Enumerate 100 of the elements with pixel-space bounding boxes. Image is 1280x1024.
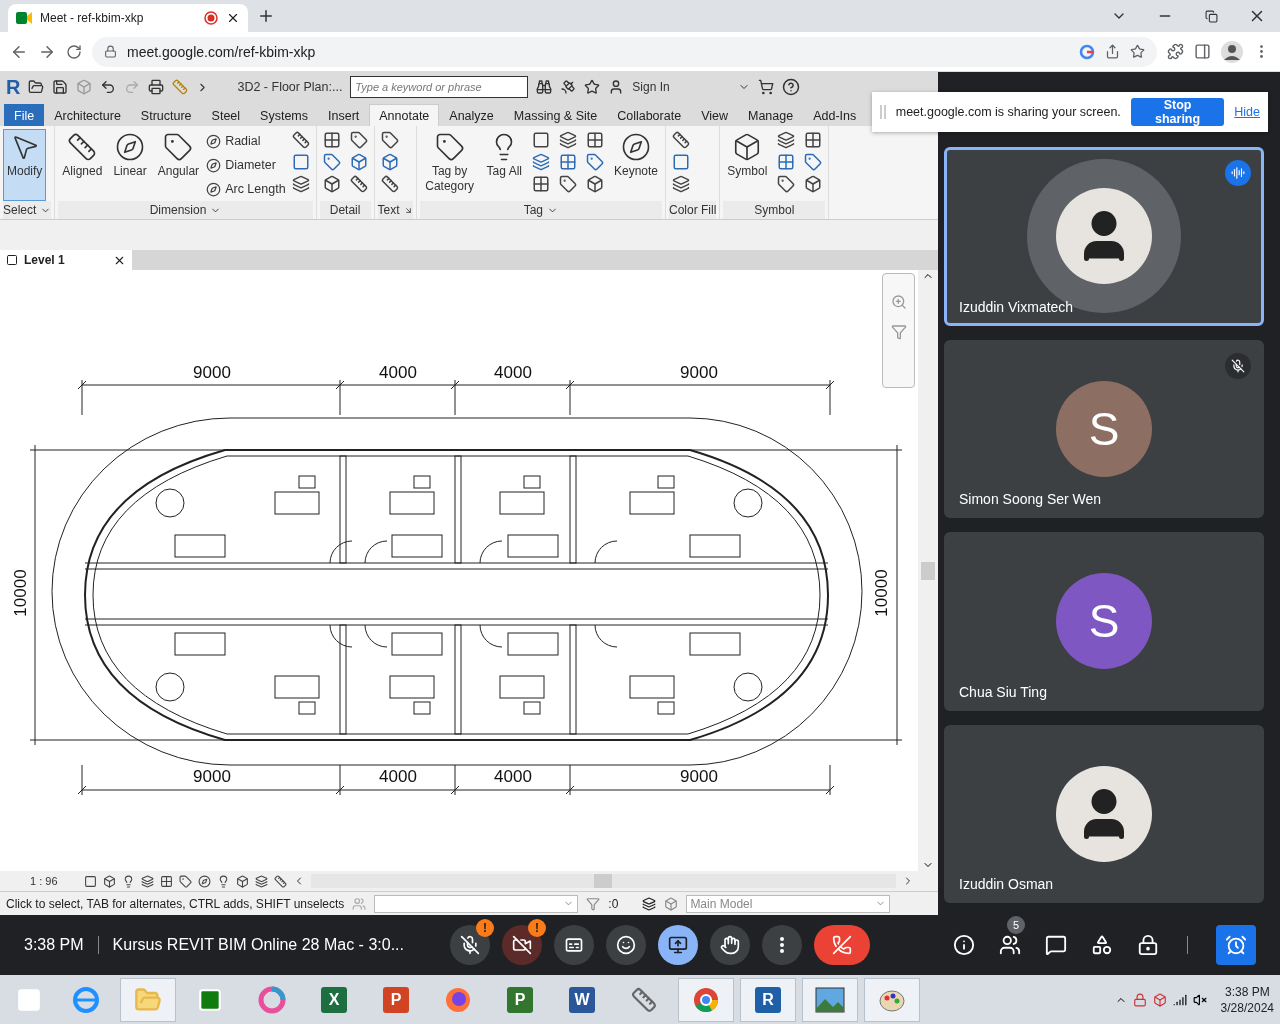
ribbon-button[interactable]: Radial	[206, 131, 286, 151]
stop-sharing-button[interactable]: Stop sharing	[1130, 98, 1225, 126]
tool-icon[interactable]	[672, 131, 690, 149]
ribbon-tab[interactable]: Insert	[318, 104, 370, 126]
horizontal-scrollbar[interactable]	[310, 874, 896, 888]
raise-hand-button[interactable]	[709, 925, 750, 965]
taskbar-app-button[interactable]: W	[554, 977, 610, 1022]
ribbon-button[interactable]: Keynote	[609, 129, 662, 201]
extensions-icon[interactable]	[1167, 43, 1184, 60]
activities-icon[interactable]	[1091, 934, 1113, 956]
ribbon-tab[interactable]: Add-Ins	[803, 104, 867, 126]
model-dropdown[interactable]: Main Model	[686, 894, 891, 913]
new-tab-icon[interactable]	[257, 7, 275, 25]
tool-icon[interactable]	[804, 175, 823, 193]
emoji-button[interactable]	[605, 925, 646, 965]
print-icon[interactable]	[148, 79, 165, 95]
help-icon[interactable]	[781, 78, 800, 96]
tool-icon[interactable]	[585, 153, 604, 171]
captions-button[interactable]	[553, 925, 594, 965]
address-bar[interactable]: meet.google.com/ref-kbim-xkp	[92, 36, 1157, 67]
ribbon-button[interactable]: Tag by Category	[419, 129, 480, 201]
ribbon-tab[interactable]: Collaborate	[607, 104, 692, 126]
view-control-icon[interactable]	[83, 874, 97, 888]
ribbon-tab[interactable]: Architecture	[44, 104, 131, 126]
tool-icon[interactable]	[380, 131, 399, 149]
tool-icon[interactable]	[322, 175, 341, 193]
share-icon[interactable]	[1105, 44, 1120, 59]
view-control-icon[interactable]	[197, 874, 211, 888]
taskbar-app-button[interactable]	[864, 977, 920, 1022]
profile-avatar-icon[interactable]	[1221, 40, 1243, 63]
view-control-icon[interactable]	[102, 874, 116, 888]
tool-icon[interactable]	[349, 153, 368, 171]
taskbar-clock[interactable]: 3:38 PM 3/28/2024	[1220, 983, 1274, 1016]
filter-icon[interactable]	[586, 896, 601, 911]
ribbon-button[interactable]: Aligned	[58, 129, 107, 201]
ribbon-tab[interactable]: Analyze	[439, 104, 504, 126]
scroll-thumb[interactable]	[921, 561, 935, 580]
tray-security-icon[interactable]	[1132, 992, 1147, 1007]
ribbon-tab[interactable]: Manage	[738, 104, 804, 126]
tool-icon[interactable]	[291, 153, 310, 171]
tool-icon[interactable]	[558, 153, 577, 171]
view-control-icon[interactable]	[178, 874, 192, 888]
binoculars-icon[interactable]	[536, 79, 553, 95]
participant-tile[interactable]: Izuddin Vixmatech	[944, 147, 1264, 326]
ribbon-tab[interactable]: Systems	[250, 104, 318, 126]
browser-tab[interactable]: Meet - ref-kbim-xkp	[8, 4, 248, 32]
camera-button[interactable]	[501, 925, 542, 965]
save-icon[interactable]	[52, 79, 69, 95]
participant-tile[interactable]: S Chua Siu Ting	[944, 532, 1264, 711]
tool-icon[interactable]	[585, 131, 604, 149]
search-field[interactable]: Type a keyword or phrase	[350, 76, 529, 98]
ribbon-tab[interactable]: Annotate	[369, 104, 440, 126]
info-icon[interactable]	[953, 934, 975, 956]
chat-icon[interactable]	[1045, 934, 1067, 956]
participant-tile[interactable]: S Simon Soong Ser Wen	[944, 339, 1264, 518]
view-control-icon[interactable]	[273, 874, 287, 888]
restore-icon[interactable]	[1204, 9, 1218, 23]
taskbar-app-button[interactable]	[678, 977, 734, 1022]
ribbon-tab[interactable]: Structure	[130, 104, 202, 126]
tool-icon[interactable]	[777, 131, 796, 149]
taskbar-app-button[interactable]: X	[306, 977, 362, 1022]
tool-icon[interactable]	[531, 153, 550, 171]
hide-link[interactable]: Hide	[1234, 105, 1260, 119]
document-tab[interactable]: Level 1	[0, 250, 132, 270]
ribbon-button[interactable]: Tag All	[482, 129, 526, 201]
tool-icon[interactable]	[380, 153, 399, 171]
view-control-icon[interactable]	[235, 874, 249, 888]
people-icon[interactable]	[999, 934, 1021, 956]
view-scale[interactable]: 1 : 96	[30, 875, 58, 887]
ribbon-button[interactable]: Modify	[3, 129, 47, 201]
more-options-button[interactable]	[761, 925, 802, 965]
host-controls-icon[interactable]	[1137, 934, 1159, 956]
tool-icon[interactable]	[291, 175, 310, 193]
star-icon[interactable]	[584, 79, 601, 95]
present-button[interactable]	[657, 925, 698, 965]
ribbon-tab[interactable]: Steel	[201, 104, 251, 126]
tool-icon[interactable]	[531, 175, 550, 193]
tool-icon[interactable]	[804, 153, 823, 171]
tool-icon[interactable]	[322, 153, 341, 171]
volume-muted-icon[interactable]	[1192, 992, 1207, 1007]
participant-tile[interactable]: Izuddin Osman	[944, 724, 1264, 903]
taskbar-app-button[interactable]: P	[368, 977, 424, 1022]
tool-icon[interactable]	[672, 175, 690, 193]
sign-in-link[interactable]: Sign In	[632, 80, 670, 94]
tool-icon[interactable]	[380, 175, 399, 193]
design-options-icon[interactable]	[642, 896, 657, 911]
view-control-icon[interactable]	[254, 874, 268, 888]
cart-icon[interactable]	[757, 79, 774, 95]
leave-call-button[interactable]	[813, 925, 870, 965]
alarm-clock-button[interactable]	[1216, 925, 1256, 965]
ribbon-button[interactable]: Linear	[109, 129, 151, 201]
tool-icon[interactable]	[558, 131, 577, 149]
network-signal-icon[interactable]	[1172, 992, 1187, 1007]
windows-start-icon[interactable]	[16, 986, 42, 1013]
tool-icon[interactable]	[777, 153, 796, 171]
ribbon-button[interactable]: Arc Length	[206, 179, 286, 199]
ribbon-tab[interactable]: Massing & Site	[503, 104, 608, 126]
ribbon-button[interactable]: Symbol	[723, 129, 772, 201]
ribbon-tab[interactable]: View	[691, 104, 738, 126]
view-control-icon[interactable]	[140, 874, 154, 888]
